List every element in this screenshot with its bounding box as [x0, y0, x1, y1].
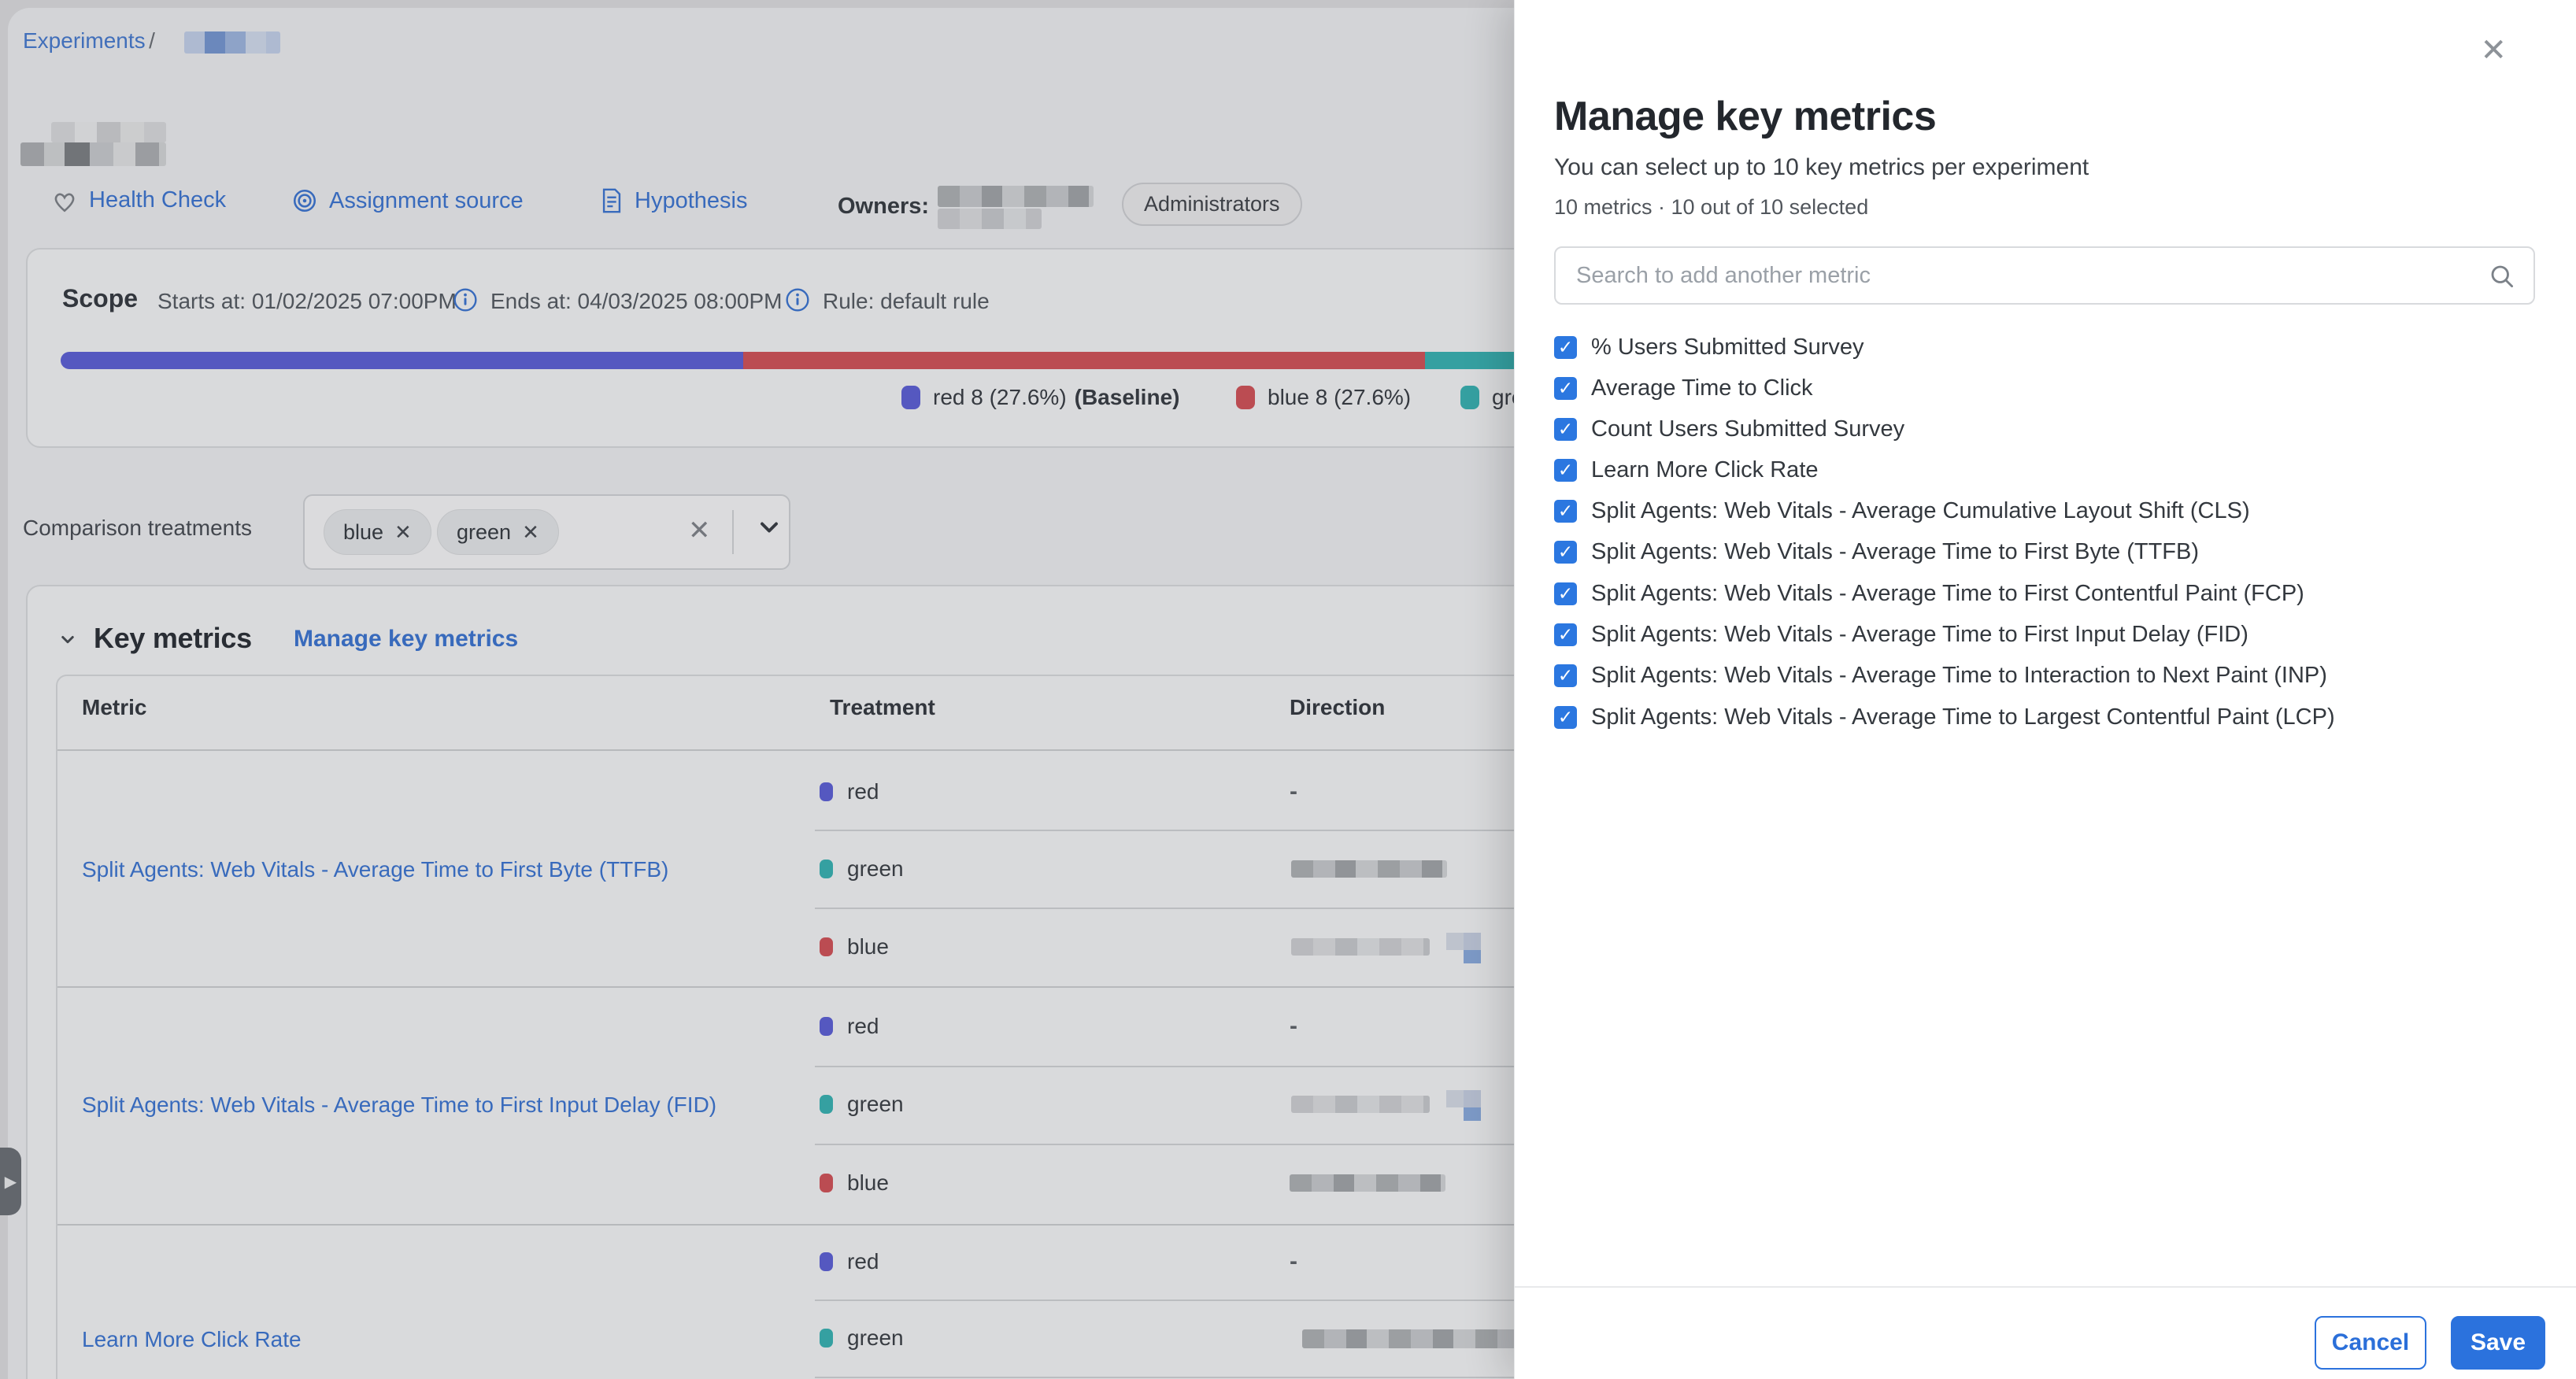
checkbox-checked-icon[interactable]: ✓ — [1554, 377, 1577, 400]
checkbox-checked-icon[interactable]: ✓ — [1554, 459, 1577, 482]
checkbox-checked-icon[interactable]: ✓ — [1554, 664, 1577, 687]
metric-option[interactable]: ✓ Split Agents: Web Vitals - Average Tim… — [1554, 534, 2199, 569]
metric-option-label: Split Agents: Web Vitals - Average Time … — [1591, 539, 2199, 565]
metric-option[interactable]: ✓ Split Agents: Web Vitals - Average Tim… — [1554, 617, 2248, 652]
panel-subtitle: You can select up to 10 key metrics per … — [1554, 154, 2089, 181]
metric-option-label: Average Time to Click — [1591, 375, 1813, 401]
metric-option[interactable]: ✓ Learn More Click Rate — [1554, 453, 1819, 487]
checkbox-checked-icon[interactable]: ✓ — [1554, 582, 1577, 605]
metric-option[interactable]: ✓ Split Agents: Web Vitals - Average Tim… — [1554, 576, 2304, 611]
save-button[interactable]: Save — [2451, 1316, 2545, 1370]
metric-option[interactable]: ✓ Split Agents: Web Vitals - Average Cum… — [1554, 494, 2250, 528]
metric-option-label: % Users Submitted Survey — [1591, 335, 1864, 360]
panel-selection-summary: 10 metrics · 10 out of 10 selected — [1554, 195, 1868, 220]
metric-option-label: Split Agents: Web Vitals - Average Time … — [1591, 622, 2248, 648]
panel-title: Manage key metrics — [1554, 93, 1936, 140]
checkbox-checked-icon[interactable]: ✓ — [1554, 623, 1577, 646]
cancel-button[interactable]: Cancel — [2315, 1316, 2426, 1370]
footer-divider — [1515, 1286, 2576, 1288]
metric-option[interactable]: ✓ Average Time to Click — [1554, 371, 1813, 405]
metric-option-label: Count Users Submitted Survey — [1591, 416, 1904, 442]
metric-option[interactable]: ✓ Split Agents: Web Vitals - Average Tim… — [1554, 658, 2327, 693]
checkbox-checked-icon[interactable]: ✓ — [1554, 541, 1577, 564]
metric-option[interactable]: ✓ % Users Submitted Survey — [1554, 330, 1864, 364]
metric-search — [1554, 246, 2535, 305]
metric-option[interactable]: ✓ Split Agents: Web Vitals - Average Tim… — [1554, 700, 2335, 734]
metric-option-label: Learn More Click Rate — [1591, 457, 1819, 483]
metric-option-label: Split Agents: Web Vitals - Average Cumul… — [1591, 498, 2250, 524]
metric-option[interactable]: ✓ Count Users Submitted Survey — [1554, 412, 1904, 446]
close-icon[interactable]: ✕ — [2480, 35, 2507, 66]
metric-option-label: Split Agents: Web Vitals - Average Time … — [1591, 581, 2304, 607]
metric-option-label: Split Agents: Web Vitals - Average Time … — [1591, 663, 2327, 689]
checkbox-checked-icon[interactable]: ✓ — [1554, 706, 1577, 729]
checkbox-checked-icon[interactable]: ✓ — [1554, 418, 1577, 441]
app-root: Experiments / Health Check Assignment so… — [0, 0, 2576, 1379]
metric-option-label: Split Agents: Web Vitals - Average Time … — [1591, 704, 2335, 730]
checkbox-checked-icon[interactable]: ✓ — [1554, 336, 1577, 359]
checkbox-checked-icon[interactable]: ✓ — [1554, 500, 1577, 523]
manage-key-metrics-panel: ✕ Manage key metrics You can select up t… — [1514, 0, 2576, 1379]
metric-search-input[interactable] — [1556, 248, 2533, 303]
search-icon — [2488, 262, 2516, 294]
